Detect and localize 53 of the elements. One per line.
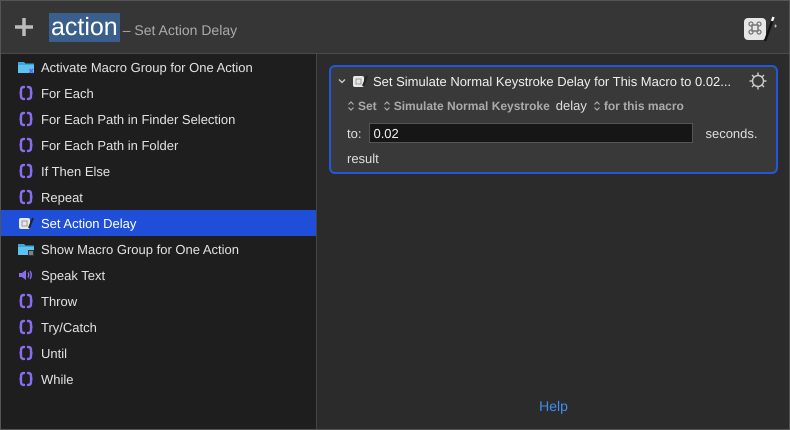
search-text[interactable]: action: [49, 12, 120, 42]
action-item[interactable]: Speak Text: [1, 262, 316, 288]
result-label: result: [346, 150, 380, 166]
disclosure-icon[interactable]: [337, 76, 347, 86]
braces-icon: [17, 292, 35, 310]
action-item[interactable]: Activate Macro Group for One Action: [1, 54, 316, 80]
action-item[interactable]: While: [1, 366, 316, 392]
action-item[interactable]: Throw: [1, 288, 316, 314]
action-label: Set Action Delay: [41, 216, 136, 230]
settings-icon[interactable]: [748, 71, 768, 91]
action-item[interactable]: For Each Path in Finder Selection: [1, 106, 316, 132]
braces-icon: [17, 136, 35, 154]
completion-text: – Set Action Delay: [122, 22, 238, 38]
action-label: Throw: [41, 294, 78, 308]
action-label: Activate Macro Group for One Action: [41, 60, 253, 74]
add-icon[interactable]: [13, 16, 35, 38]
action-item[interactable]: Set Action Delay: [1, 210, 316, 236]
unit-label: seconds.: [705, 126, 758, 140]
braces-icon: [17, 344, 35, 362]
braces-icon: [17, 110, 35, 128]
popup-menu[interactable]: Set: [347, 98, 377, 112]
braces-icon: [17, 84, 35, 102]
action-item[interactable]: For Each Path in Folder: [1, 132, 316, 158]
up-down-arrows-icon: [592, 100, 601, 112]
popup-menu[interactable]: for this macro: [592, 98, 684, 112]
action-item[interactable]: Repeat: [1, 184, 316, 210]
action-label: Try/Catch: [41, 320, 97, 334]
action-label: Until: [41, 346, 68, 360]
up-down-arrows-icon: [347, 100, 355, 112]
action-item[interactable]: For Each: [1, 80, 316, 106]
braces-icon: [17, 188, 35, 206]
popup-menu[interactable]: Simulate Normal Keystroke: [382, 98, 550, 112]
field-label: to:: [347, 126, 362, 140]
braces-icon: [17, 162, 35, 180]
action-label: For Each Path in Folder: [41, 138, 178, 152]
action-label: If Then Else: [41, 164, 110, 178]
action-item[interactable]: Show Macro Group for One Action: [1, 236, 316, 262]
delay-input-field[interactable]: 0.02: [369, 123, 694, 143]
braces-icon: [17, 318, 35, 336]
action-label: For Each: [41, 86, 94, 100]
action-label: Speak Text: [41, 268, 106, 282]
action-label: While: [41, 372, 74, 386]
action-label: For Each Path in Finder Selection: [41, 112, 236, 126]
up-down-arrows-icon: [382, 100, 391, 112]
field-label: delay: [556, 98, 587, 113]
braces-icon: [17, 370, 35, 388]
action-item[interactable]: Try/Catch: [1, 314, 316, 340]
action-label: Repeat: [41, 190, 83, 204]
help-link[interactable]: Help: [539, 398, 568, 414]
action-label: Show Macro Group for One Action: [41, 242, 239, 256]
action-item[interactable]: If Then Else: [1, 158, 316, 184]
action-item[interactable]: Until: [1, 340, 316, 366]
action-title: Set Simulate Normal Keystroke Delay for This Macro to 0.02...: [373, 74, 732, 88]
